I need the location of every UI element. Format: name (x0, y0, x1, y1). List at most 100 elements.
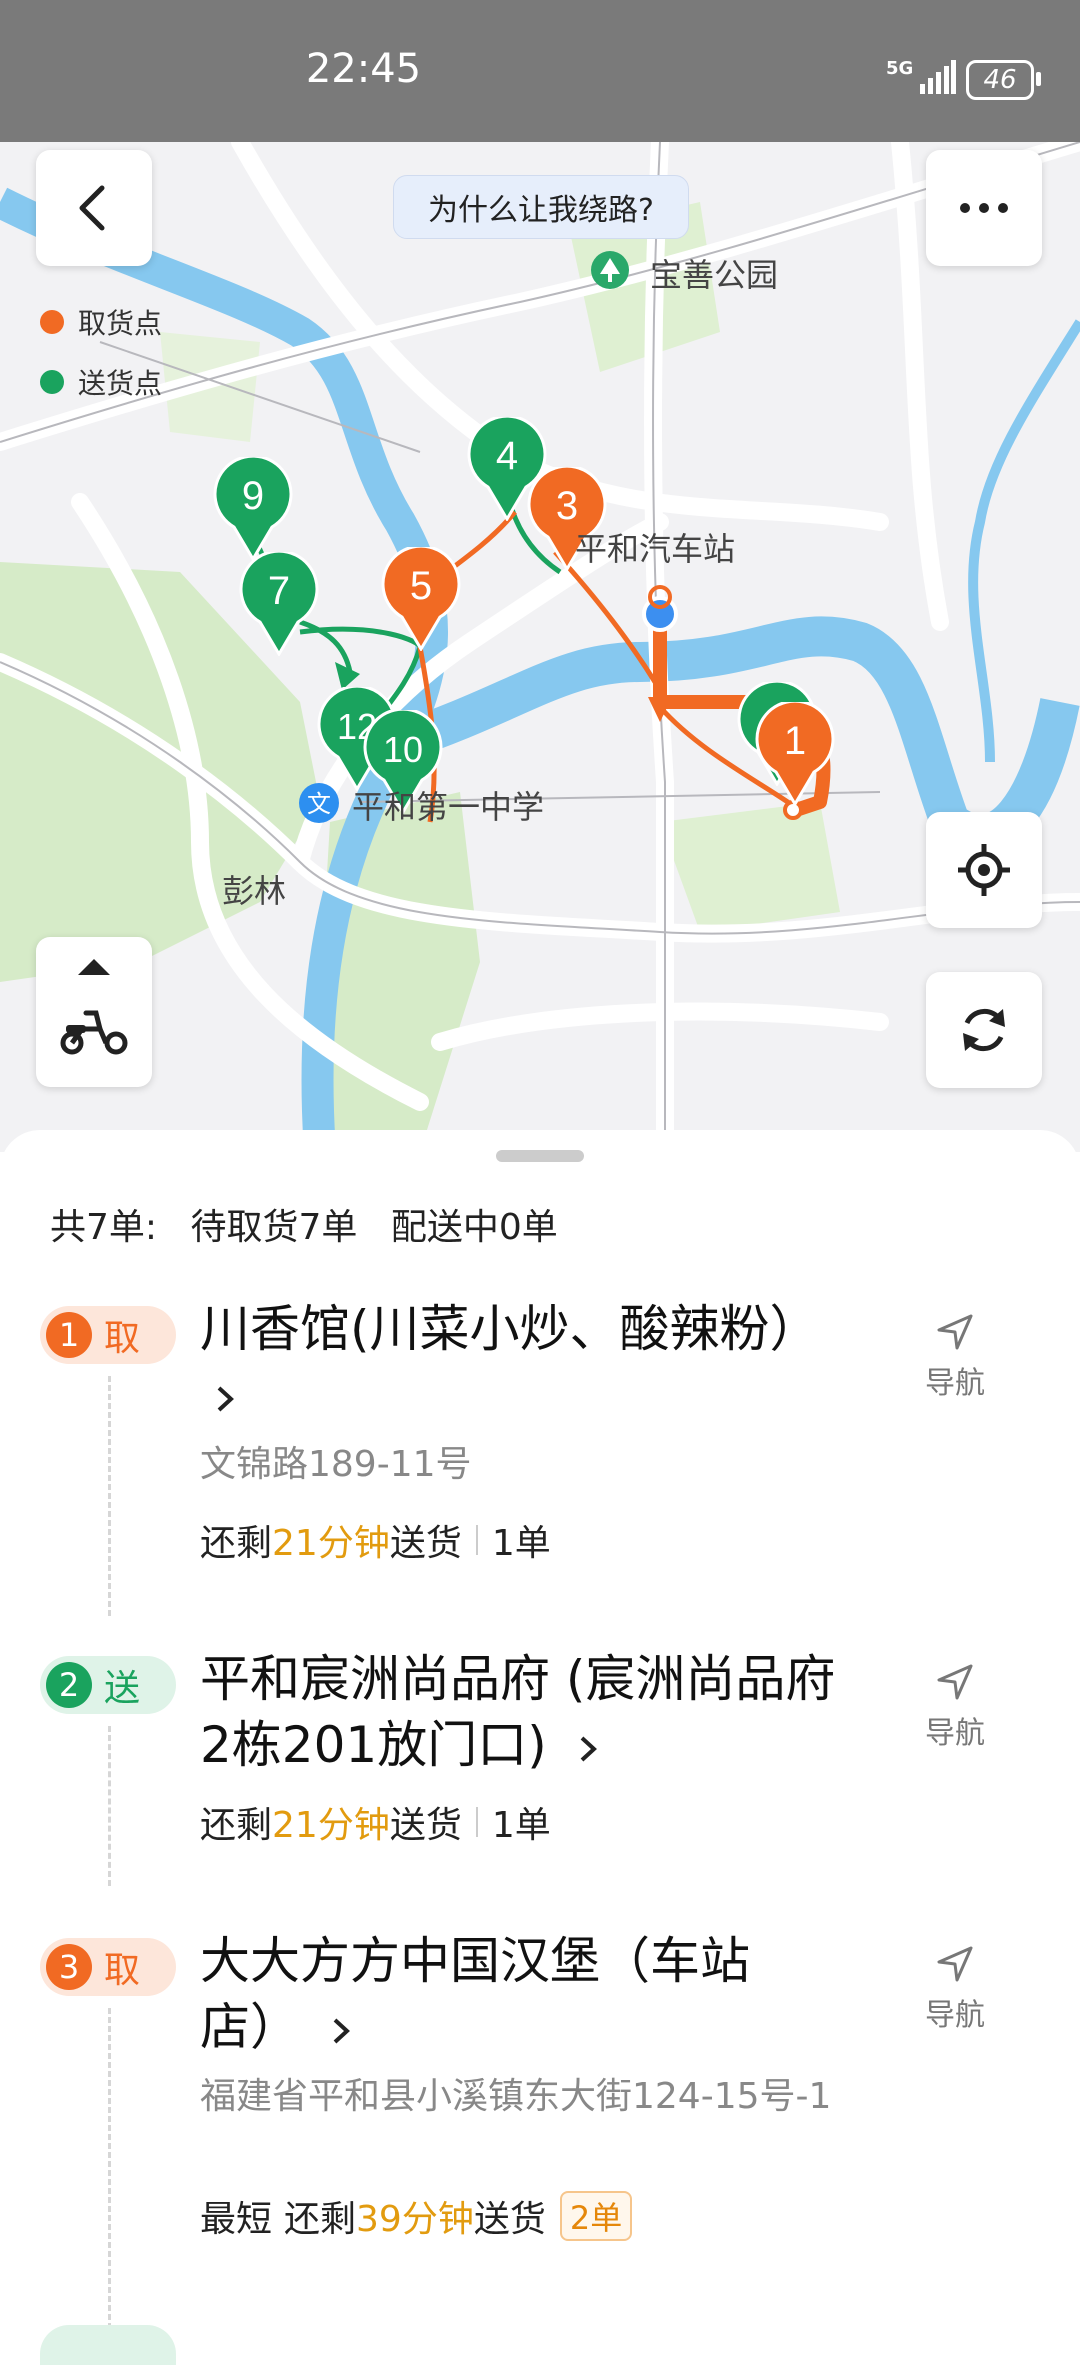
place-area: 彭林 (222, 872, 287, 910)
timeline-connector (108, 1376, 111, 1616)
summary-delivering: 配送中0单 (390, 1207, 558, 1248)
task-meta: 还剩 21分钟 送货 1单 (200, 1796, 551, 1848)
navigate-label: 导航 (925, 1366, 985, 1401)
vehicle-mode-button[interactable] (36, 937, 152, 1087)
meta-remaining-time: 21分钟 (272, 1523, 390, 1564)
network-label: 5G (886, 58, 914, 79)
chevron-up-icon (78, 959, 110, 975)
place-school: 平和第一中学 (352, 788, 545, 826)
chevron-left-icon (79, 185, 105, 231)
school-icon: 文 (299, 783, 339, 823)
task-address: 文锦路189-11号 (200, 1444, 472, 1485)
refresh-icon (963, 1008, 1005, 1052)
legend-label: 取货点 (78, 307, 163, 340)
meta-separator (475, 1525, 478, 1555)
more-button[interactable] (926, 150, 1042, 266)
meta-label: 送货 (473, 2199, 546, 2240)
task-title[interactable]: 川香馆(川菜小炒、酸辣粉） (200, 1296, 840, 1428)
meta-prefix: 最短 (200, 2199, 273, 2240)
battery-level: 46 (983, 65, 1017, 95)
meta-label: 还剩 (200, 1523, 273, 1564)
task-badge-pickup: 3 取 (40, 1938, 176, 1996)
timeline-connector (108, 1726, 111, 1886)
task-kind: 送 (104, 1668, 141, 1709)
meta-label: 还剩 (200, 1805, 273, 1846)
marker-7[interactable]: 7 (238, 552, 320, 656)
marker-label: 1 (784, 719, 806, 763)
legend-dot-delivery (40, 370, 64, 394)
marker-label: 5 (410, 564, 432, 608)
marker-9[interactable]: 9 (212, 457, 294, 561)
marker-1[interactable]: 1 (754, 702, 836, 806)
battery-icon: 46 (966, 60, 1041, 100)
chevron-right-icon (580, 1736, 597, 1762)
navigate-label: 导航 (925, 1716, 985, 1751)
task-address: 福建省平和县小溪镇东大街124-15号-1 (200, 2076, 832, 2117)
more-dots-icon (960, 203, 1008, 213)
meta-remaining-time: 39分钟 (356, 2199, 474, 2240)
task-number: 3 (46, 1944, 92, 1990)
marker-label: 4 (496, 434, 518, 478)
current-location (642, 596, 678, 632)
order-sheet[interactable]: 共7单: 待取货7单 配送中0单 1 取 川香馆(川菜小炒、酸辣粉） 文锦路18… (0, 1130, 1080, 2365)
green-area (660, 802, 840, 932)
meta-order-count-tag: 2单 (559, 2191, 633, 2241)
navigation-arrow-icon (937, 1664, 973, 1700)
status-time: 22:45 (305, 46, 422, 92)
map-canvas[interactable] (0, 142, 1080, 1152)
legend-delivery: 送货点 (40, 362, 162, 402)
marker-5[interactable]: 5 (380, 547, 462, 651)
navigate-button[interactable]: 导航 (905, 1944, 1005, 2034)
park-icon (591, 251, 629, 289)
task-number: 2 (46, 1662, 92, 1708)
summary-total: 共7单: (50, 1207, 158, 1248)
task-meta: 还剩 21分钟 送货 1单 (200, 1514, 551, 1566)
marker-label: 7 (268, 569, 290, 613)
locate-icon (958, 844, 1010, 896)
place-park: 宝善公园 (650, 256, 779, 294)
navigate-button[interactable]: 导航 (905, 1312, 1005, 1402)
navigate-button[interactable]: 导航 (905, 1662, 1005, 1752)
meta-separator (475, 1807, 478, 1837)
navigation-arrow-icon (937, 1946, 973, 1982)
locate-button[interactable] (926, 812, 1042, 928)
task-title[interactable]: 平和宸洲尚品府 (宸洲尚品府2栋201放门口) (200, 1646, 840, 1778)
marker-label: 10 (383, 729, 423, 770)
meta-label: 送货 (389, 1805, 462, 1846)
task-title-text: 平和宸洲尚品府 (宸洲尚品府2栋201放门口) (200, 1650, 836, 1774)
signal-icon (920, 60, 956, 94)
task-title[interactable]: 大大方方中国汉堡（车站店） (200, 1928, 840, 2060)
navigation-arrow-icon (937, 1314, 973, 1350)
meta-remaining-time: 21分钟 (272, 1805, 390, 1846)
chevron-right-icon (333, 2018, 350, 2044)
navigate-label: 导航 (925, 1998, 985, 2033)
marker-label: 3 (556, 484, 578, 528)
status-bar: 22:45 5G 46 (0, 0, 1080, 142)
sheet-drag-handle[interactable] (496, 1150, 584, 1162)
order-summary: 共7单: 待取货7单 配送中0单 (50, 1198, 558, 1250)
meta-order-count: 1单 (491, 1805, 551, 1846)
task-title-text: 大大方方中国汉堡（车站店） (200, 1932, 750, 2056)
task-title-text: 川香馆(川菜小炒、酸辣粉） (200, 1300, 820, 1358)
legend-pickup: 取货点 (40, 302, 162, 342)
route-map[interactable]: 9 4 3 7 5 12 10 1 宝善公园 平和汽车站 文 平和第一中学 彭林 (0, 142, 1080, 1152)
refresh-button[interactable] (926, 972, 1042, 1088)
timeline-connector (108, 2008, 111, 2338)
detour-question-chip[interactable]: 为什么让我绕路? (393, 175, 689, 239)
legend-label: 送货点 (78, 367, 163, 400)
meta-label: 还剩 (284, 2199, 357, 2240)
task-kind: 取 (104, 1950, 141, 1991)
marker-label: 9 (242, 474, 264, 518)
back-button[interactable] (36, 150, 152, 266)
legend-dot-pickup (40, 310, 64, 334)
task-badge-delivery: 2 送 (40, 1656, 176, 1714)
river (968, 319, 1080, 763)
chevron-right-icon (217, 1386, 234, 1412)
summary-pending-pickup: 待取货7单 (190, 1207, 358, 1248)
scooter-icon (60, 1010, 128, 1055)
meta-order-count: 1单 (491, 1523, 551, 1564)
task-kind: 取 (104, 1318, 141, 1359)
task-meta: 最短 还剩 39分钟 送货 2单 (200, 2190, 633, 2242)
network-indicator: 5G (886, 60, 913, 78)
task-badge-pickup: 1 取 (40, 1306, 176, 1364)
